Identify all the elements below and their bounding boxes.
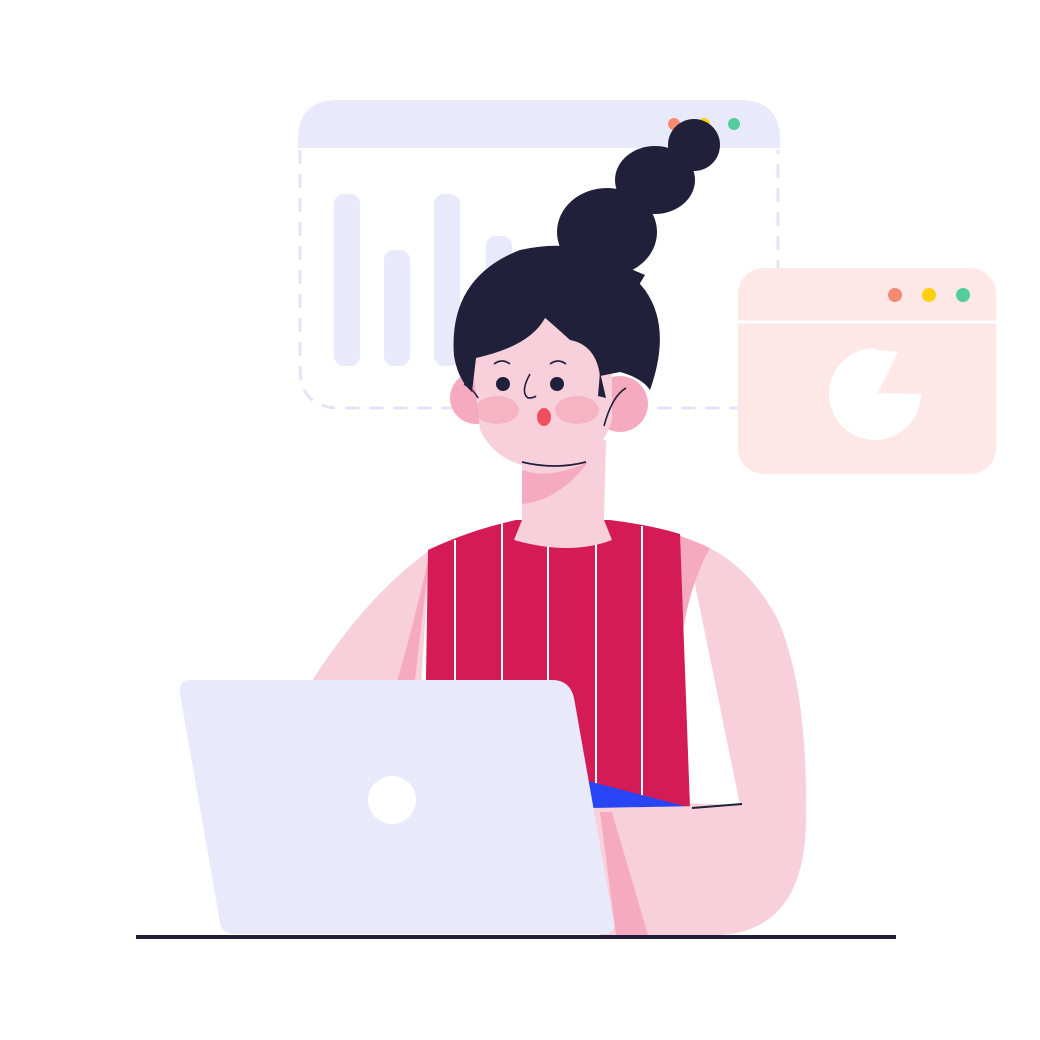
chart-bar [384, 250, 410, 366]
left-eye [496, 377, 510, 391]
illustration-canvas [136, 100, 996, 939]
window-back-dot-green [728, 118, 740, 130]
right-cheek-blush [555, 396, 599, 424]
window-pie-dot-red [888, 288, 902, 302]
window-pie-dot-yellow [922, 288, 936, 302]
left-cheek-blush [475, 396, 519, 424]
right-eye [550, 377, 564, 391]
chart-bar [334, 194, 360, 366]
window-pie-dot-green [956, 288, 970, 302]
pie-chart-window-icon [738, 268, 996, 474]
laptop-logo-icon [368, 776, 416, 824]
head [450, 245, 660, 469]
mouth [537, 408, 551, 426]
laptop [179, 680, 615, 934]
